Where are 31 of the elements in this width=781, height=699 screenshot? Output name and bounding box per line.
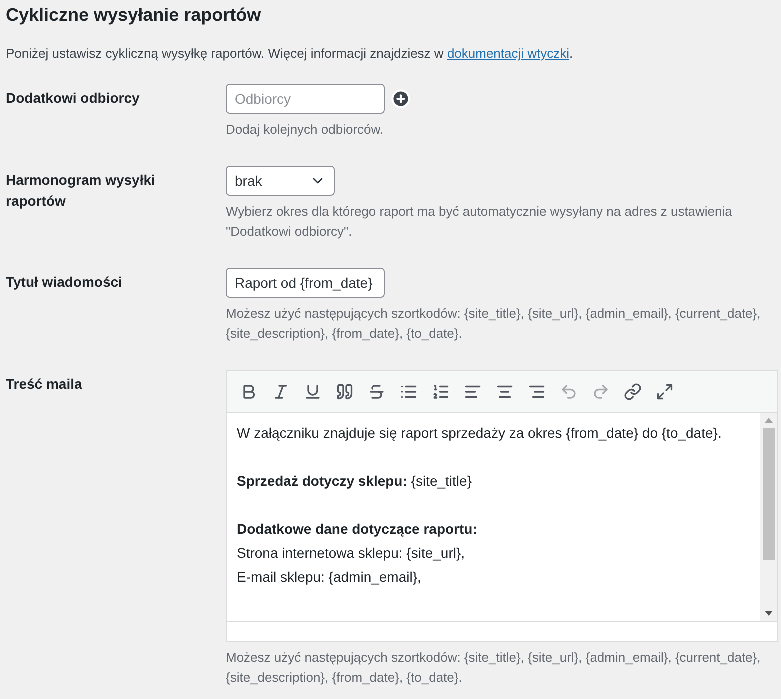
field-description: Możesz użyć następujących szortkodów: {site_title}, {site_url}, {admin_email}, {current_date}, {site_description}, {from_date}, {to_date}. — [226, 305, 762, 343]
numbered-list-icon — [432, 382, 450, 400]
intro-text: Poniżej ustawisz cykliczną wysyłkę raportów. Więcej informacji znajdziesz w dokumentacji wtyczki. — [6, 45, 574, 63]
quote-icon — [336, 382, 354, 400]
editor-line: Strona internetowa sklepu: {site_url}, — [237, 544, 466, 563]
section-title: Cykliczne wysyłanie raportów — [6, 4, 262, 27]
editor-line: Dodatkowe dane dotyczące raportu: — [237, 520, 478, 539]
add-icon[interactable] — [391, 89, 411, 109]
field-label: Tytuł wiadomości — [6, 273, 124, 292]
schedule-select[interactable]: brak — [226, 166, 335, 196]
subject-input[interactable]: Raport od {from_date} — [226, 268, 385, 298]
italic-icon — [272, 382, 290, 400]
redo-icon — [592, 382, 610, 400]
field-label: Dodatkowi odbiorcy — [6, 89, 141, 108]
docs-link[interactable]: dokumentacji wtyczki — [447, 46, 570, 61]
editor-line: E-mail sklepu: {admin_email}, — [237, 568, 422, 587]
scroll-down-icon[interactable] — [764, 611, 772, 616]
editor-line: W załączniku znajduje się raport sprzedaży za okres {from_date} do {to_date}. — [237, 424, 723, 443]
field-label: Treść maila — [6, 375, 84, 394]
scrollbar-thumb[interactable] — [762, 428, 774, 560]
editor-line: Sprzedaż dotyczy sklepu: {site_title} — [237, 472, 473, 491]
fullscreen-icon — [656, 382, 674, 400]
field-description: Możesz użyć następujących szortkodów: {site_title}, {site_url}, {admin_email}, {current_date}, {site_description}, {from_date}, {to_date}. — [226, 649, 762, 687]
underline-icon — [304, 382, 322, 400]
link-icon — [624, 382, 642, 400]
strikethrough-icon — [368, 382, 386, 400]
field-description: Wybierz okres dla którego raport ma być automatycznie wysyłany na adres z ustawienia "Dodatkowi odbiorcy". — [226, 203, 734, 241]
undo-icon — [560, 382, 578, 400]
recipients-input[interactable]: Odbiorcy — [226, 84, 385, 114]
field-label: Harmonogram wysyłki raportów — [6, 171, 156, 211]
field-description: Dodaj kolejnych odbiorców. — [226, 121, 385, 139]
